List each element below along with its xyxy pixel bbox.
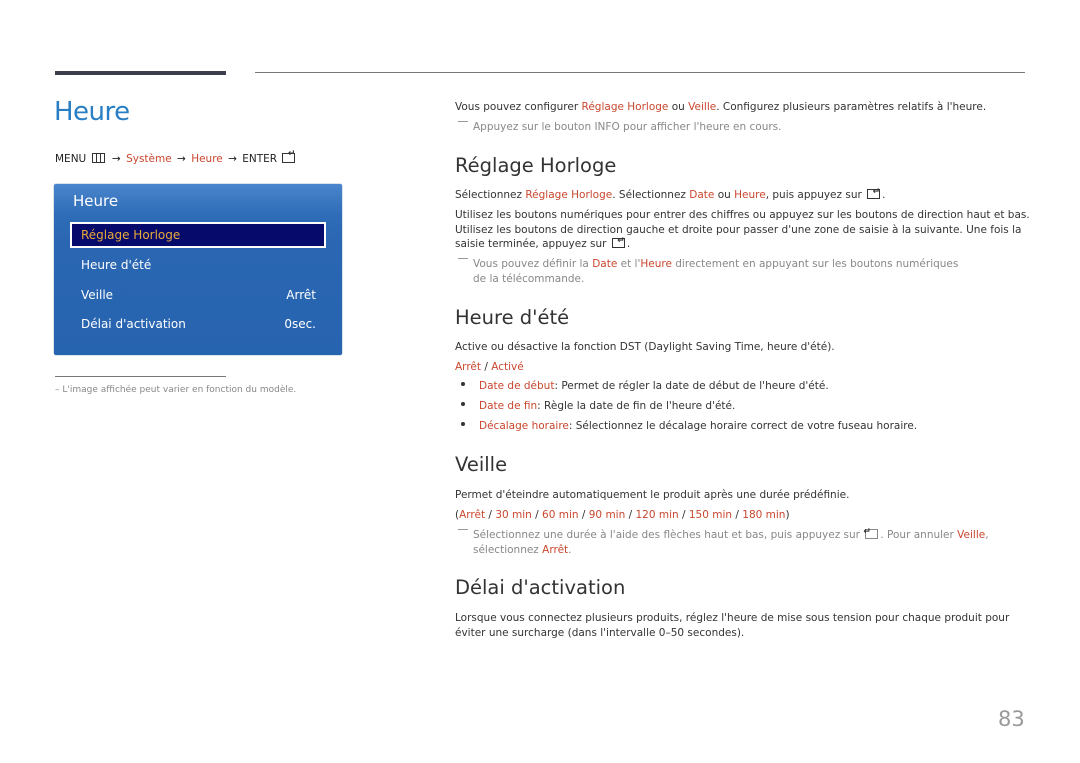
note-dash-icon bbox=[458, 121, 468, 122]
bullet-icon bbox=[461, 402, 465, 406]
bullet-term: Date de fin bbox=[479, 400, 538, 412]
header-rule-thin bbox=[255, 72, 1025, 73]
dst-bullet-date-fin: Date de fin: Règle la date de fin de l'h… bbox=[461, 400, 735, 412]
text: , puis appuyez sur bbox=[765, 189, 862, 201]
veille-note: Sélectionnez une durée à l'aide des flèc… bbox=[458, 528, 1045, 557]
text: . Pour annuler bbox=[880, 529, 958, 541]
option: Arrêt bbox=[459, 509, 486, 521]
footnote-rule bbox=[55, 376, 226, 377]
bullet-icon bbox=[461, 382, 465, 386]
link-date: Date bbox=[592, 258, 618, 270]
enter-label: ENTER bbox=[242, 153, 278, 165]
note-dash-icon bbox=[458, 529, 468, 530]
osd-item-value: 0sec. bbox=[284, 317, 316, 331]
section-heading-heure-ete: Heure d'été bbox=[455, 306, 570, 329]
option: 90 min bbox=[588, 509, 626, 521]
text: ou bbox=[714, 189, 735, 201]
link-date: Date bbox=[689, 189, 715, 201]
text: Sélectionnez une durée à l'aide des flèc… bbox=[473, 529, 861, 541]
link-heure: Heure bbox=[640, 258, 672, 270]
reglage-paragraph-2: Utilisez les boutons numériques pour ent… bbox=[455, 209, 1030, 250]
osd-menu-panel: Heure Réglage Horloge Heure d'été Veille… bbox=[54, 184, 342, 355]
veille-options: (Arrêt / 30 min / 60 min / 90 min / 120 … bbox=[455, 509, 790, 521]
text: Utilisez les boutons numériques pour ent… bbox=[455, 209, 1030, 250]
text: . Sélectionnez bbox=[612, 189, 690, 201]
dst-bullet-date-debut: Date de début: Permet de régler la date … bbox=[461, 380, 829, 392]
bullet-text: : Permet de régler la date de début de l… bbox=[554, 380, 829, 392]
reglage-note: Vous pouvez définir la Date et l'Heure d… bbox=[458, 257, 973, 286]
page-number: 83 bbox=[998, 707, 1025, 731]
menu-label: MENU bbox=[55, 153, 87, 165]
enter-icon bbox=[282, 149, 296, 163]
osd-item-value: Arrêt bbox=[286, 288, 316, 302]
osd-item-veille[interactable]: Veille Arrêt bbox=[70, 282, 326, 308]
option-active: Activé bbox=[491, 361, 524, 373]
link-veille: Veille bbox=[688, 101, 717, 113]
osd-item-heure-ete[interactable]: Heure d'été bbox=[70, 252, 326, 278]
option: 120 min bbox=[635, 509, 679, 521]
intro-note: Appuyez sur le bouton INFO pour afficher… bbox=[458, 120, 781, 135]
text: et l' bbox=[617, 258, 641, 270]
delai-description: Lorsque vous connectez plusieurs produit… bbox=[455, 612, 1010, 639]
intro-paragraph: Vous pouvez configurer Réglage Horloge o… bbox=[455, 100, 986, 115]
option-arret: Arrêt bbox=[455, 361, 481, 373]
osd-item-label: Veille bbox=[81, 288, 114, 302]
dst-bullet-decalage: Décalage horaire: Sélectionnez le décala… bbox=[461, 420, 917, 432]
option: 60 min bbox=[542, 509, 579, 521]
dst-options: Arrêt / Activé bbox=[455, 360, 524, 375]
text: . bbox=[568, 543, 572, 556]
page-title: Heure bbox=[54, 97, 130, 127]
option: 180 min bbox=[742, 509, 786, 521]
link-reglage-horloge: Réglage Horloge bbox=[525, 189, 613, 201]
menu-grid-icon bbox=[91, 153, 105, 163]
bullet-text: : Sélectionnez le décalage horaire corre… bbox=[568, 420, 918, 432]
arrow-icon: → bbox=[228, 153, 237, 165]
header-rule-thick bbox=[55, 71, 226, 75]
note-dash-icon bbox=[458, 258, 468, 259]
separator: / bbox=[480, 361, 492, 373]
arrow-icon: → bbox=[177, 153, 186, 165]
text: Vous pouvez configurer bbox=[455, 101, 582, 113]
reglage-paragraph-1: Sélectionnez Réglage Horloge. Sélectionn… bbox=[455, 185, 886, 201]
link-reglage-horloge: Réglage Horloge bbox=[581, 101, 669, 113]
bullet-term: Date de début bbox=[479, 380, 555, 392]
dst-description: Active ou désactive la fonction DST (Day… bbox=[455, 341, 835, 353]
link-veille: Veille bbox=[957, 529, 986, 541]
osd-item-label: Délai d'activation bbox=[81, 317, 186, 331]
option: 30 min bbox=[495, 509, 532, 521]
menu-path-systeme: Système bbox=[126, 153, 172, 165]
text: Vous pouvez définir la bbox=[473, 258, 593, 270]
arrow-icon: → bbox=[111, 153, 121, 165]
osd-item-reglage-horloge[interactable]: Réglage Horloge bbox=[70, 222, 326, 248]
note-text: Appuyez sur le bouton INFO pour afficher… bbox=[473, 121, 782, 133]
enter-icon bbox=[865, 529, 879, 539]
bullet-icon bbox=[461, 422, 465, 426]
link-heure: Heure bbox=[734, 189, 766, 201]
section-heading-delai-activation: Délai d'activation bbox=[455, 576, 626, 599]
text: ou bbox=[668, 101, 689, 113]
osd-item-delai-activation[interactable]: Délai d'activation 0sec. bbox=[70, 311, 326, 337]
bullet-text: : Règle la date de fin de l'heure d'été. bbox=[537, 400, 736, 412]
osd-item-label: Réglage Horloge bbox=[81, 228, 181, 242]
veille-description: Permet d'éteindre automatiquement le pro… bbox=[455, 489, 850, 501]
osd-item-label: Heure d'été bbox=[81, 258, 152, 272]
enter-icon bbox=[867, 185, 881, 200]
menu-path-heure: Heure bbox=[191, 153, 223, 165]
option: 150 min bbox=[688, 509, 733, 521]
text: Sélectionnez bbox=[455, 189, 526, 201]
enter-icon bbox=[611, 234, 625, 249]
footnote: – L'image affichée peut varier en foncti… bbox=[55, 385, 297, 395]
menu-path: MENU → Système → Heure → ENTER bbox=[55, 149, 297, 165]
text: . Configurez plusieurs paramètres relati… bbox=[716, 101, 987, 113]
link-arret: Arrêt bbox=[542, 543, 569, 556]
bullet-term: Décalage horaire bbox=[479, 420, 569, 432]
osd-title: Heure bbox=[73, 192, 119, 210]
section-heading-reglage-horloge: Réglage Horloge bbox=[455, 154, 617, 177]
section-heading-veille: Veille bbox=[455, 453, 508, 476]
